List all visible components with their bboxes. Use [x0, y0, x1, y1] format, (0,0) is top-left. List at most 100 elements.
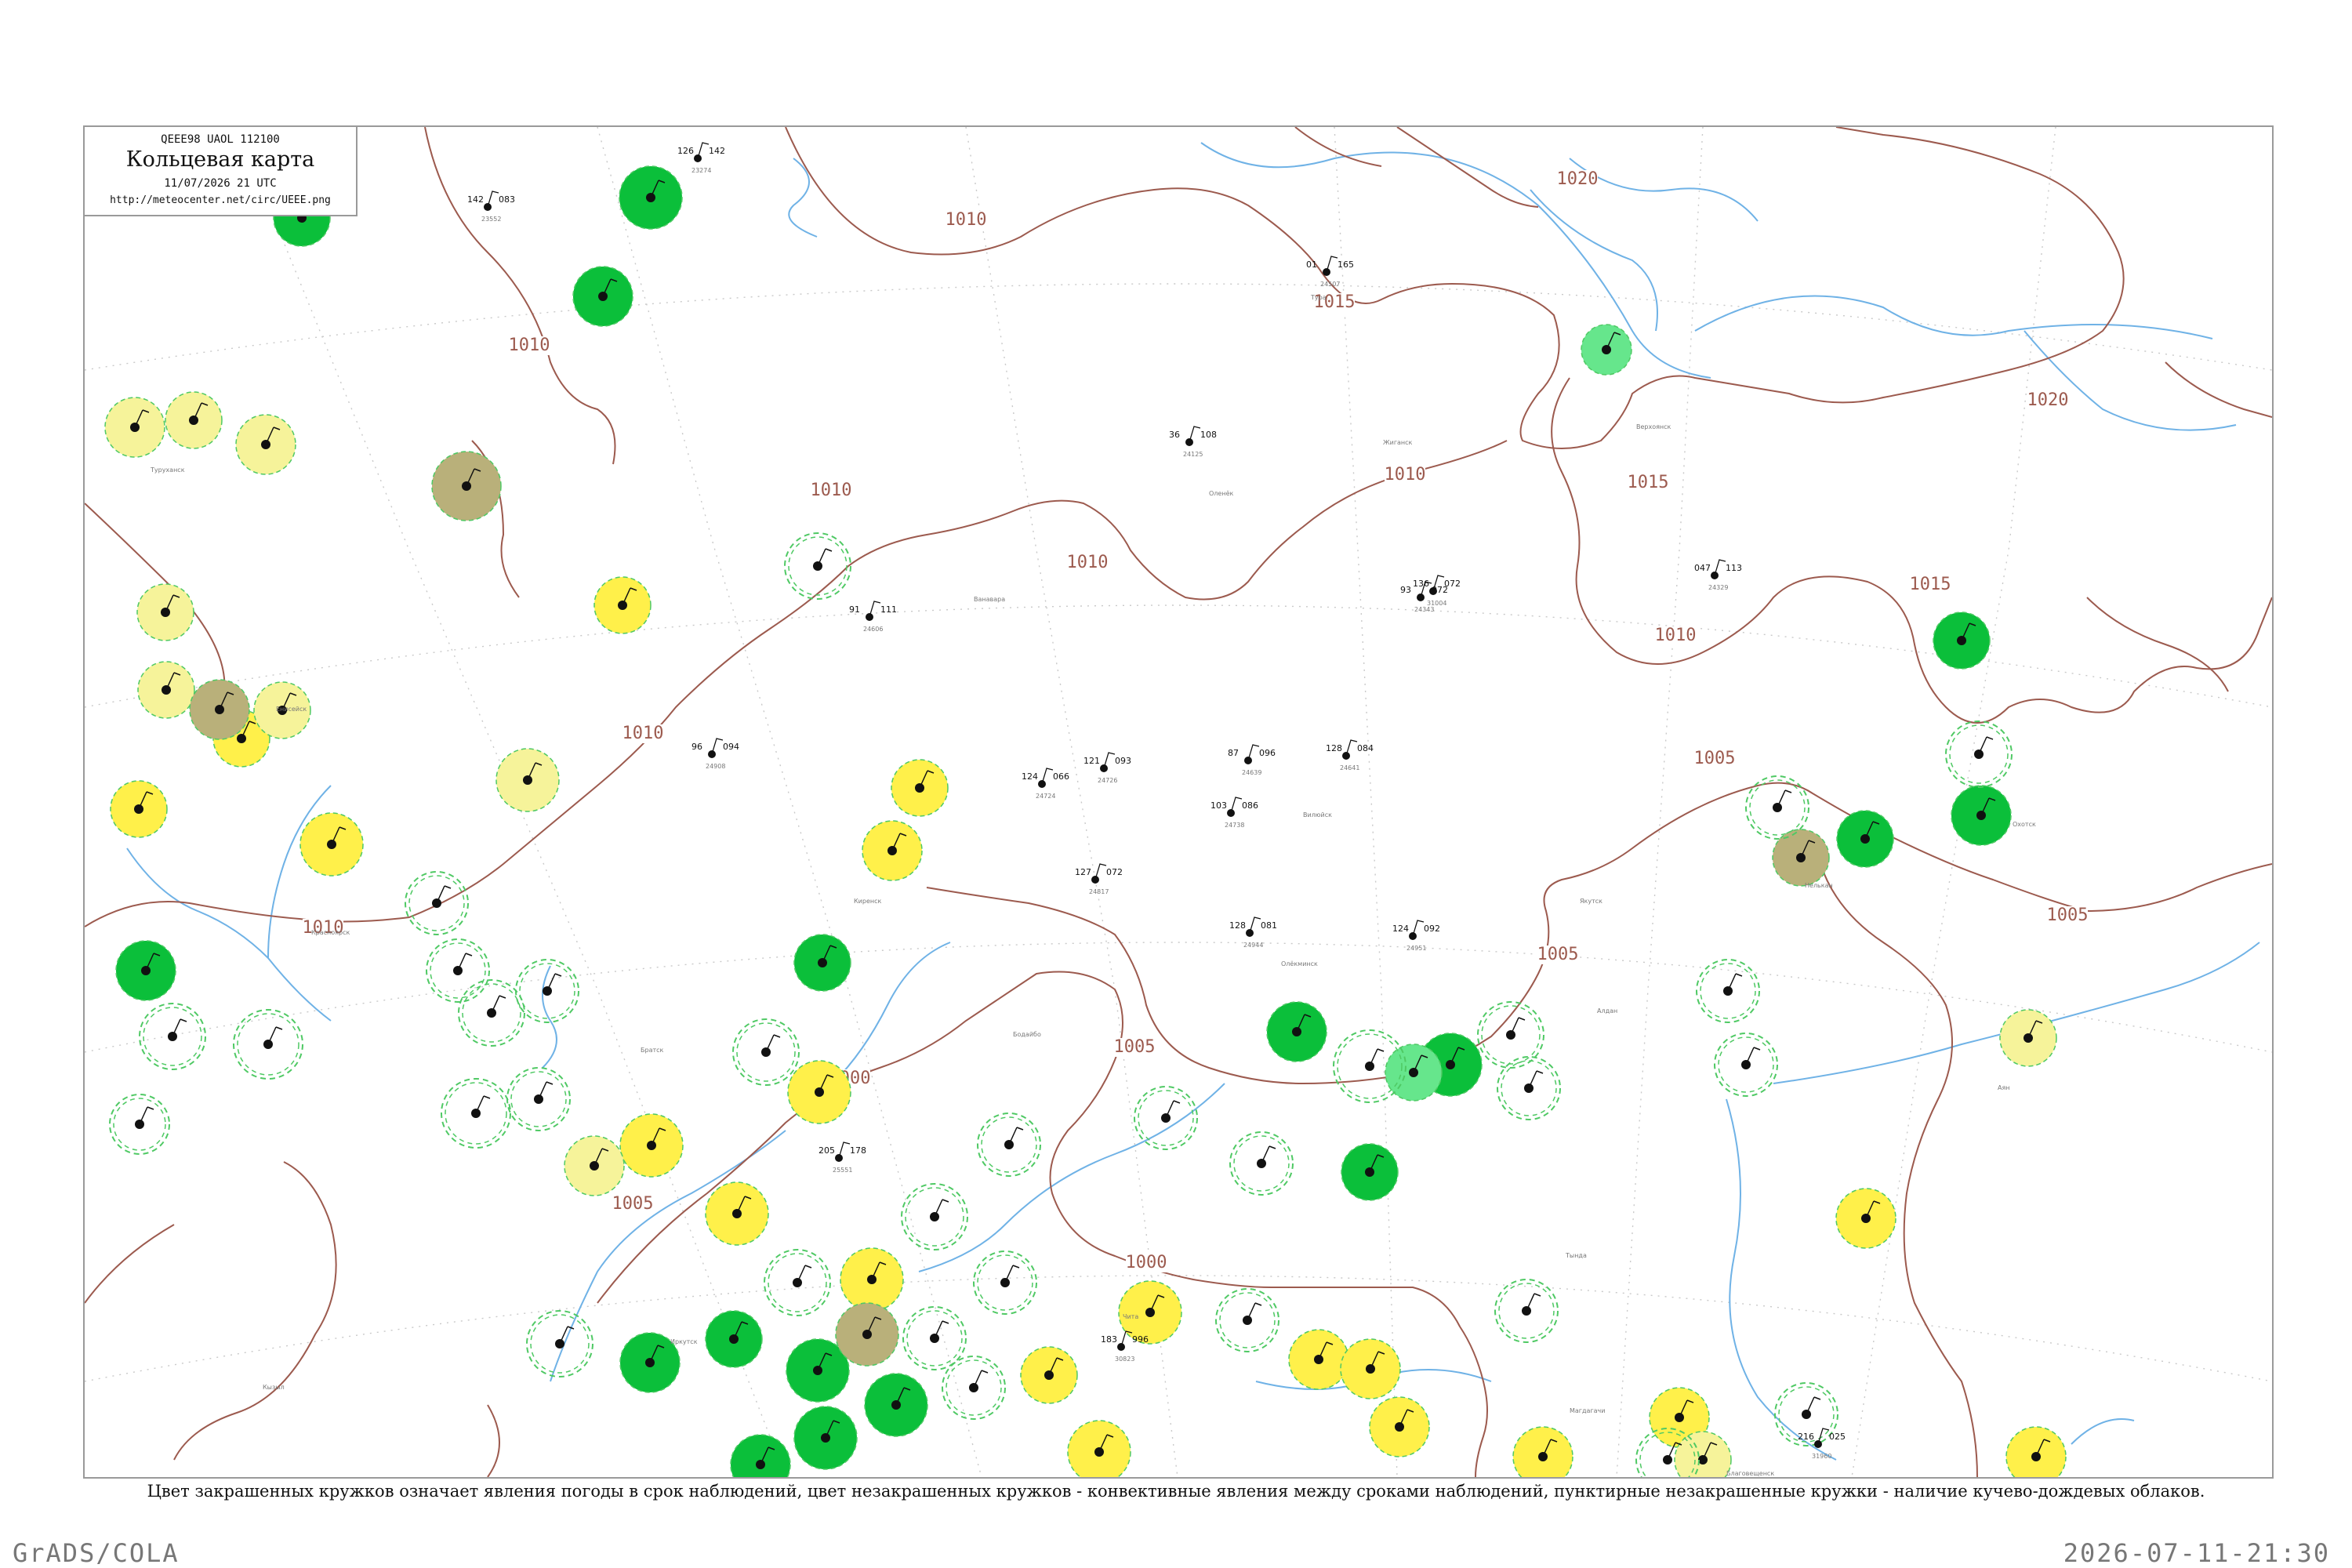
station-temp: 084	[1357, 743, 1374, 753]
thunder-circle	[730, 1434, 791, 1477]
footer-timestamp: 2026-07-11-21:30	[2063, 1538, 2330, 1568]
station-pressure: 047	[1694, 563, 1711, 573]
city-label: Аян	[1998, 1084, 2010, 1091]
station-temp: 072	[1444, 579, 1461, 589]
station-id: 24125	[1183, 451, 1203, 458]
station-id: 24606	[863, 626, 883, 633]
isobar-label: 1005	[1537, 945, 1579, 964]
isobar-label: 1005	[1114, 1037, 1156, 1057]
station-pressure: 91	[849, 604, 860, 615]
station-id: 23552	[481, 216, 501, 223]
city-label: Жиганск	[1383, 439, 1413, 446]
isobars	[85, 127, 2272, 1477]
observation-circles	[104, 165, 2067, 1477]
station-temp: 996	[1132, 1334, 1149, 1345]
station-temp: 093	[1115, 756, 1131, 766]
city-label: Тында	[1565, 1252, 1587, 1259]
city-label: Тура	[1310, 294, 1327, 301]
station-pressure: 205	[818, 1145, 835, 1156]
city-label: Чита	[1123, 1313, 1138, 1320]
city-label: Оленёк	[1209, 490, 1233, 497]
city-label: Магдагачи	[1570, 1407, 1605, 1414]
map-caption: Цвет закрашенных кружков означает явлени…	[147, 1482, 2205, 1501]
station-pressure: 124	[1392, 924, 1409, 934]
station-pressure: 183	[1101, 1334, 1117, 1345]
station-id: 24738	[1225, 822, 1244, 829]
legend-url: http://meteocenter.net/circ/UEEE.png	[110, 194, 331, 206]
station-id: 24641	[1340, 764, 1359, 771]
isobar-labels: 1020102010151015101510101010101010101010…	[303, 169, 2089, 1272]
station-temp: 083	[499, 194, 515, 205]
station-temp: 165	[1338, 260, 1354, 270]
station-id: 31960	[1812, 1453, 1831, 1460]
isobar-label: 1005	[2047, 906, 2089, 925]
station-id: 24329	[1708, 584, 1728, 591]
isobar-label: 1005	[612, 1194, 654, 1214]
station-pressure: 96	[691, 742, 702, 752]
station-id: 30823	[1115, 1356, 1134, 1363]
station-pressure: 01	[1306, 260, 1317, 270]
legend-datetime: 11/07/2026 21 UTC	[164, 177, 277, 190]
station-id: 24908	[706, 763, 725, 770]
station-temp: 081	[1261, 920, 1277, 931]
isobar-label: 1010	[1655, 626, 1697, 645]
station-temp: 072	[1106, 867, 1123, 877]
station-temp: 025	[1829, 1432, 1846, 1442]
station-id: 31004	[1427, 600, 1446, 607]
footer-software-label: GrADS/COLA	[13, 1538, 180, 1568]
station-id: 24639	[1242, 769, 1261, 776]
station-temp: 108	[1200, 430, 1217, 440]
city-label: Ванавара	[974, 596, 1005, 603]
city-label: Нелькан	[1805, 882, 1833, 889]
city-label: Енисейск	[276, 706, 307, 713]
city-label: Верхоянск	[1636, 423, 1671, 430]
graticule	[85, 127, 2272, 1477]
station-id: 24724	[1036, 793, 1055, 800]
city-label: Иркутск	[670, 1338, 698, 1345]
map-legend: QEEE98 UAOL 112100 Кольцевая карта 11/07…	[83, 125, 358, 216]
station-temp: 142	[709, 146, 725, 156]
station-temp: 113	[1726, 563, 1742, 573]
station-pressure: 142	[467, 194, 484, 205]
station-pressure: 124	[1022, 771, 1038, 782]
station-temp: 178	[850, 1145, 866, 1156]
station-id: 24817	[1089, 888, 1109, 895]
isobar-label: 1010	[509, 336, 550, 355]
station-pressure: 36	[1169, 430, 1180, 440]
station-id: 24944	[1243, 942, 1263, 949]
city-label: Олёкминск	[1281, 960, 1318, 967]
city-label: Туруханск	[150, 466, 185, 474]
station-pressure: 121	[1083, 756, 1100, 766]
station-id: 24343	[1414, 606, 1434, 613]
city-label: Братск	[641, 1047, 664, 1054]
isobar-label: 1010	[622, 724, 664, 743]
station-pressure: 93	[1400, 585, 1411, 595]
city-label: Охотск	[2013, 821, 2036, 828]
rivers	[126, 142, 2260, 1461]
city-label: Киренск	[854, 898, 882, 905]
station-id: 25551	[833, 1167, 852, 1174]
station-pressure: 136	[1413, 579, 1429, 589]
isobar-label: 1005	[1694, 749, 1736, 768]
isobar-label: 1000	[1126, 1253, 1167, 1272]
station-temp: 092	[1424, 924, 1440, 934]
station-pressure: 128	[1326, 743, 1342, 753]
weather-map: 1020102010151015101510101010101010101010…	[85, 127, 2272, 1477]
isobar-label: 1015	[1910, 575, 1951, 594]
station-temp: 094	[723, 742, 739, 752]
city-label: Кызыл	[263, 1384, 285, 1391]
station-id: 24951	[1406, 945, 1426, 952]
station-id: 24507	[1320, 281, 1340, 288]
station-pressure: 126	[677, 146, 694, 156]
isobar-label: 1010	[946, 210, 987, 230]
station-temp: 066	[1053, 771, 1069, 782]
isobar-label: 1015	[1628, 473, 1669, 492]
station-pressure: 216	[1798, 1432, 1814, 1442]
city-label: Благовещенск	[1726, 1470, 1774, 1477]
city-label: Алдан	[1597, 1007, 1617, 1014]
city-label: Якутск	[1580, 898, 1602, 905]
city-label: Вилюйск	[1303, 811, 1332, 818]
legend-code-line: QEEE98 UAOL 112100	[161, 133, 280, 146]
city-label: Бодайбо	[1013, 1031, 1041, 1038]
station-pressure: 127	[1075, 867, 1091, 877]
